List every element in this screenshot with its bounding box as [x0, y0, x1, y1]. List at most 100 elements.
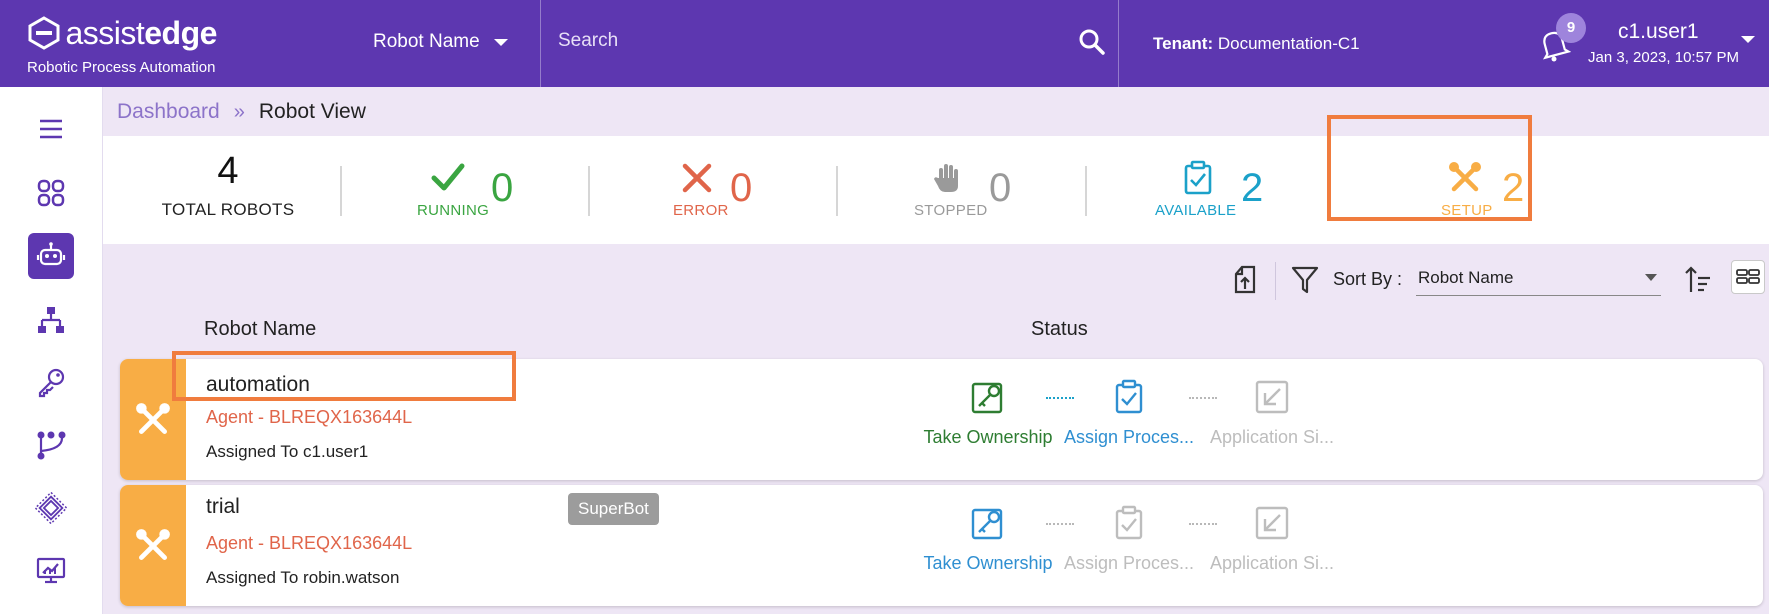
- step-label: Application Si...: [1209, 553, 1335, 573]
- sort-by-label: Sort By :: [1333, 269, 1403, 289]
- header-divider: [1118, 0, 1119, 87]
- breadcrumb-separator-icon: »: [233, 100, 245, 123]
- stat-stopped[interactable]: STOPPED 0: [903, 136, 1103, 244]
- view-toggle-button[interactable]: [1731, 260, 1765, 294]
- stat-divider: [588, 166, 590, 216]
- stop-hand-icon: [934, 164, 958, 192]
- breadcrumb-dashboard-link[interactable]: Dashboard: [117, 100, 220, 124]
- clipboard-check-icon: [1115, 379, 1143, 414]
- logo-subtitle: Robotic Process Automation: [27, 59, 216, 76]
- robot-icon[interactable]: [28, 233, 74, 279]
- robot-assigned-to: Assigned To c1.user1: [206, 442, 369, 461]
- step-application-signin[interactable]: Application Si...: [1192, 379, 1352, 448]
- setup-highlight-box: [1327, 115, 1532, 221]
- logo[interactable]: assistedge: [27, 16, 217, 50]
- step-label: Take Ownership: [923, 427, 1053, 447]
- running-value: 0: [491, 166, 514, 210]
- available-value: 2: [1241, 166, 1264, 210]
- notification-count-badge[interactable]: 9: [1556, 13, 1586, 43]
- checkmark-icon: [431, 163, 465, 191]
- list-toolbar: Sort By : Robot Name: [103, 258, 1769, 308]
- sort-order-icon[interactable]: [1683, 264, 1713, 296]
- total-robots-value: 4: [217, 150, 239, 192]
- key-edit-icon: [971, 382, 1003, 414]
- chip-icon[interactable]: [28, 485, 74, 531]
- search-input[interactable]: [558, 30, 1028, 52]
- stopped-value: 0: [989, 166, 1012, 210]
- monitor-chart-icon[interactable]: [28, 547, 74, 593]
- key-edit-icon: [971, 508, 1003, 540]
- robot-name[interactable]: trial: [206, 495, 240, 519]
- logo-text: assistedge: [65, 15, 217, 51]
- step-assign-process[interactable]: Assign Proces...: [1049, 379, 1209, 448]
- toolbar-divider: [1275, 262, 1276, 300]
- stat-error[interactable]: ERROR 0: [663, 136, 863, 244]
- breadcrumb: Dashboard » Robot View: [117, 100, 366, 124]
- step-label: Assign Proces...: [1063, 427, 1195, 447]
- search-icon[interactable]: [1078, 28, 1106, 56]
- robot-card[interactable]: trial SuperBot Agent - BLREQX163644L Ass…: [120, 485, 1763, 606]
- column-header-robot-name[interactable]: Robot Name: [204, 318, 316, 341]
- filter-icon[interactable]: [1290, 264, 1320, 296]
- error-value: 0: [730, 166, 753, 210]
- app-root: assistedge Robotic Process Automation Ro…: [0, 0, 1769, 614]
- step-label: Application Si...: [1209, 427, 1335, 447]
- tenant-value: Documentation-C1: [1217, 34, 1360, 53]
- sign-in-arrow-icon: [1255, 380, 1289, 414]
- hierarchy-icon[interactable]: [28, 297, 74, 343]
- stat-running[interactable]: RUNNING 0: [403, 136, 603, 244]
- setup-tools-icon: [136, 402, 170, 434]
- step-label: Assign Proces...: [1063, 553, 1195, 573]
- step-assign-process[interactable]: Assign Proces...: [1049, 505, 1209, 574]
- main-content: Dashboard » Robot View 4 TOTAL ROBOTS RU…: [103, 87, 1769, 614]
- left-sidebar: [0, 87, 103, 614]
- clipboard-check-icon: [1115, 505, 1143, 540]
- sign-in-arrow-icon: [1255, 506, 1289, 540]
- column-header-status[interactable]: Status: [1031, 318, 1088, 341]
- step-application-signin[interactable]: Application Si...: [1192, 505, 1352, 574]
- hamburger-menu-icon[interactable]: [28, 106, 74, 152]
- card-status-strip: [120, 485, 186, 606]
- sort-by-value: Robot Name: [1418, 268, 1514, 287]
- stat-available[interactable]: AVAILABLE 2: [1153, 136, 1353, 244]
- step-label: Take Ownership: [923, 553, 1053, 573]
- user-name[interactable]: c1.user1: [1618, 20, 1699, 44]
- clipboard-check-icon: [1184, 160, 1212, 195]
- available-label: AVAILABLE: [1155, 202, 1237, 219]
- top-header: assistedge Robotic Process Automation Ro…: [0, 0, 1769, 87]
- sort-by-dropdown[interactable]: Robot Name: [1416, 262, 1661, 296]
- dashboard-grid-icon[interactable]: [28, 170, 74, 216]
- logo-text-light: assist: [65, 15, 145, 51]
- chevron-down-icon: [493, 38, 508, 46]
- chevron-down-icon: [1645, 274, 1657, 281]
- stopped-label: STOPPED: [914, 202, 988, 219]
- total-robots-label: TOTAL ROBOTS: [161, 200, 295, 219]
- error-label: ERROR: [673, 202, 729, 219]
- step-take-ownership[interactable]: Take Ownership: [908, 505, 1068, 574]
- error-x-icon: [682, 163, 712, 193]
- tenant-label: Tenant:: [1153, 34, 1214, 53]
- search-area: [540, 0, 1110, 87]
- tenant-info: Tenant: Documentation-C1: [1153, 34, 1360, 54]
- step-take-ownership[interactable]: Take Ownership: [908, 379, 1068, 448]
- stat-total-robots[interactable]: 4 TOTAL ROBOTS: [103, 136, 353, 244]
- robot-assigned-to: Assigned To robin.watson: [206, 568, 400, 587]
- workflow-icon[interactable]: [28, 422, 74, 468]
- user-timestamp: Jan 3, 2023, 10:57 PM: [1588, 49, 1739, 66]
- list-view-icon: [1736, 269, 1760, 284]
- user-menu-chevron-down-icon[interactable]: [1741, 36, 1755, 43]
- robot-agent: Agent - BLREQX163644L: [206, 533, 413, 553]
- breadcrumb-current: Robot View: [258, 100, 366, 123]
- robot-name-highlight-box: [172, 351, 516, 401]
- logo-text-bold: edge: [144, 15, 217, 51]
- robot-name-dropdown-label: Robot Name: [373, 31, 480, 52]
- stat-divider: [1085, 166, 1087, 216]
- assistedge-logo-icon: [28, 16, 60, 50]
- export-icon[interactable]: [1230, 264, 1260, 296]
- stat-divider: [340, 166, 342, 216]
- robot-name-dropdown[interactable]: Robot Name: [373, 31, 508, 53]
- robot-agent: Agent - BLREQX163644L: [206, 407, 413, 427]
- key-icon[interactable]: [28, 359, 74, 405]
- setup-tools-icon: [136, 528, 170, 560]
- stat-divider: [836, 166, 838, 216]
